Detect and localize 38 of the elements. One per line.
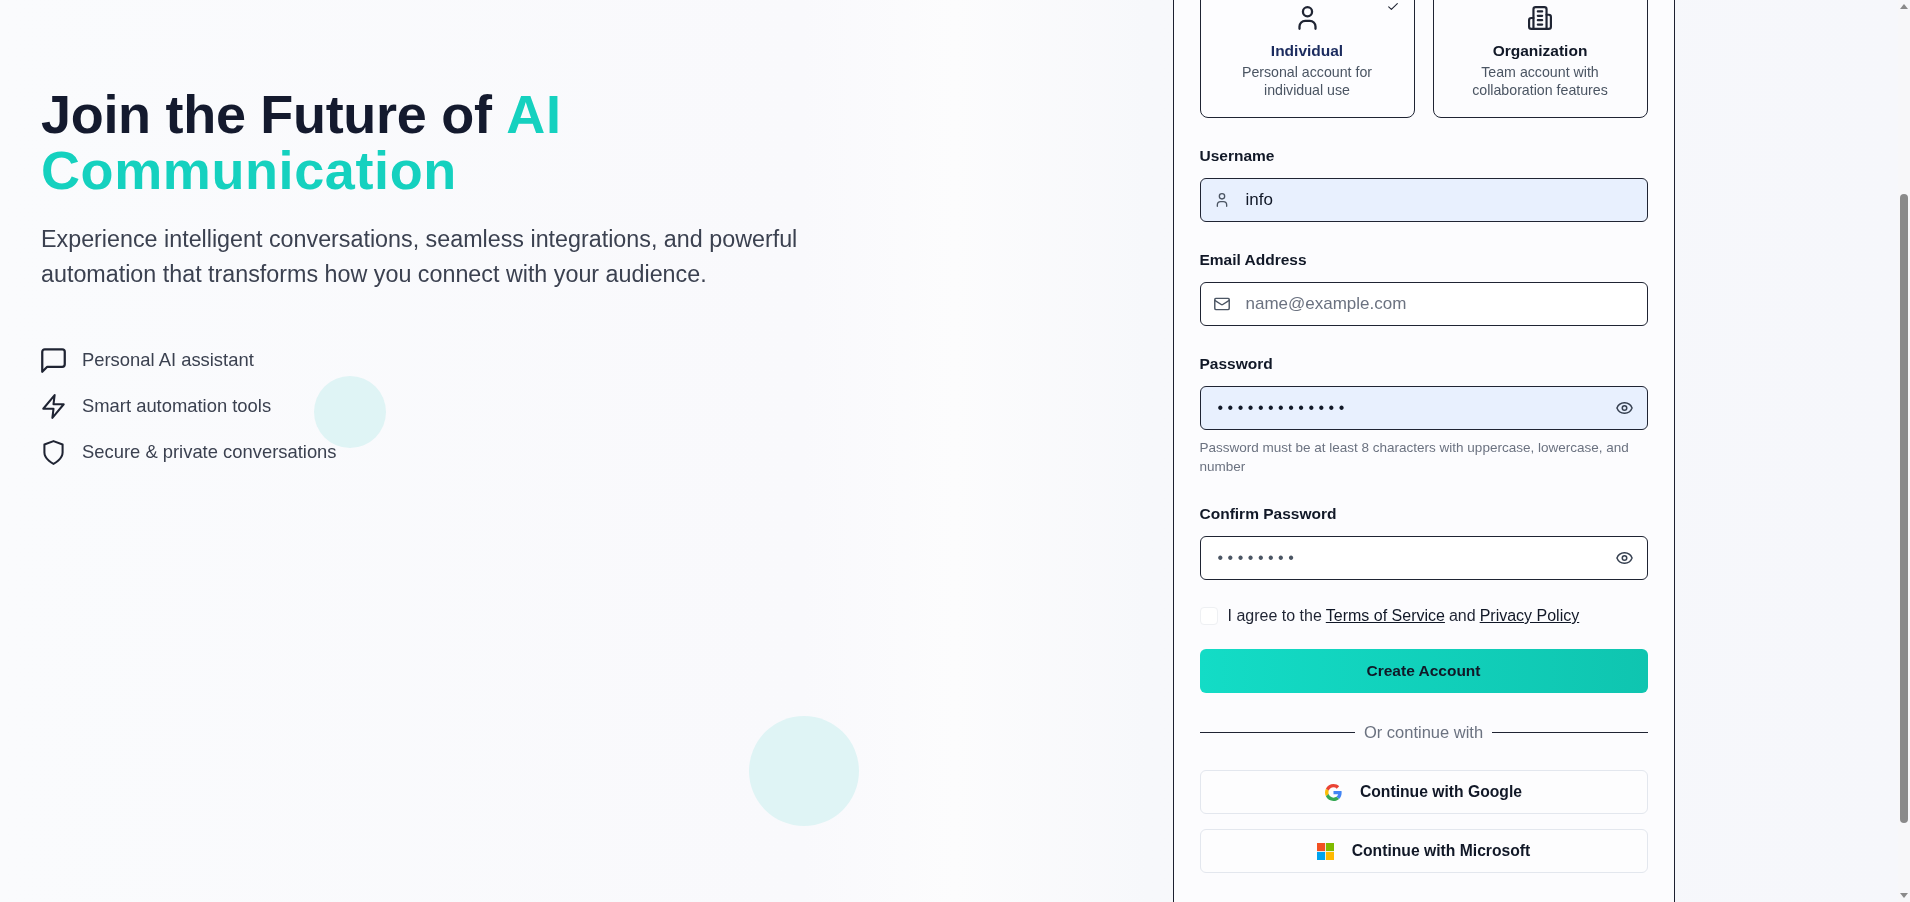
- password-field[interactable]: •••••••••••••: [1199, 386, 1648, 430]
- text-link[interactable]: Terms of Service: [1325, 607, 1445, 625]
- social-login-button[interactable]: Continue with Google: [1199, 770, 1648, 814]
- mail-icon: [1213, 297, 1230, 311]
- field-label: Username: [1199, 146, 1276, 166]
- field-label: Confirm Password: [1199, 504, 1338, 524]
- account-type-card[interactable]: Organization Team account with collaboration features: [1432, 0, 1648, 118]
- check-icon: [1387, 3, 1398, 10]
- scroll-down-icon[interactable]: [1900, 893, 1908, 898]
- terms-text: I agree to the Terms of Service and Privacy Policy: [1227, 607, 1580, 625]
- eye-icon[interactable]: [1615, 552, 1633, 564]
- feature-label: Personal AI assistant: [82, 349, 254, 371]
- feature-label: Smart automation tools: [82, 395, 272, 417]
- field-label: Password: [1199, 354, 1274, 374]
- chat-icon: [41, 347, 66, 373]
- password-hint: Password must be at least 8 characters with uppercase, lowercase, and number: [1199, 439, 1630, 476]
- scroll-up-icon[interactable]: [1900, 4, 1908, 9]
- account-type-card[interactable]: Individual Personal account for individual use: [1199, 0, 1415, 118]
- scrollbar-thumb[interactable]: [1900, 194, 1908, 823]
- person-icon: [1215, 193, 1228, 207]
- google-icon: [1324, 783, 1342, 801]
- building-icon: [1528, 6, 1552, 30]
- field-label: Email Address: [1199, 250, 1308, 270]
- headline: Join the Future of AI Communication: [41, 86, 563, 198]
- divider-label: Or continue with: [1362, 722, 1485, 742]
- feature-label: Secure & private conversations: [82, 441, 337, 463]
- password-field[interactable]: ••••••••: [1199, 536, 1648, 580]
- email-field[interactable]: name@example.com: [1199, 282, 1648, 326]
- username-field[interactable]: info: [1199, 178, 1648, 222]
- shield-icon: [41, 439, 66, 465]
- hero-subtitle: Experience intelligent conversations, seamless integrations, and powerful automation that transforms how you connect with your audience.: [41, 225, 799, 289]
- microsoft-icon: [1316, 842, 1334, 860]
- submit-button[interactable]: Create Account: [1199, 649, 1648, 693]
- eye-icon[interactable]: [1615, 402, 1633, 414]
- social-login-button[interactable]: Continue with Microsoft: [1199, 829, 1648, 873]
- lightning-icon: [41, 393, 66, 419]
- person-icon: [1297, 6, 1317, 30]
- text-link[interactable]: Privacy Policy: [1479, 607, 1580, 625]
